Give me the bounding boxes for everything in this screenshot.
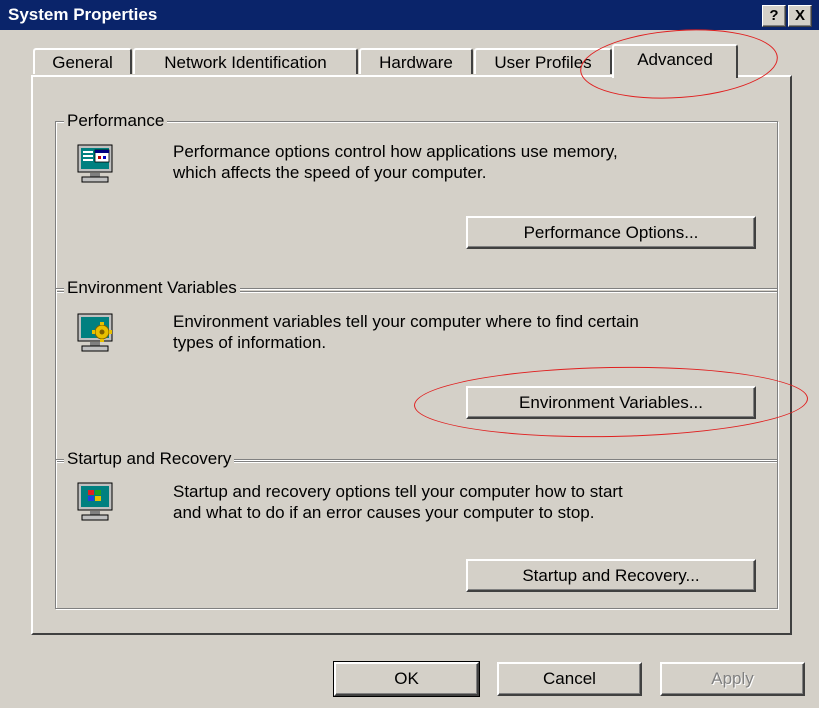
apply-button[interactable]: Apply bbox=[660, 662, 805, 696]
help-button[interactable]: ? bbox=[762, 5, 786, 27]
environment-variables-button[interactable]: Environment Variables... bbox=[466, 386, 756, 419]
environment-variables-group: Environment Variables Environment variab… bbox=[55, 278, 778, 462]
window-title: System Properties bbox=[8, 5, 158, 24]
advanced-tab-panel: Performance Performance options control … bbox=[31, 75, 792, 635]
environment-variables-button-label: Environment Variables... bbox=[519, 392, 703, 412]
ok-button[interactable]: OK bbox=[333, 661, 480, 697]
tab-network-identification[interactable]: Network Identification bbox=[133, 48, 358, 74]
performance-group-title: Performance bbox=[64, 111, 168, 131]
windows-monitor-icon bbox=[74, 480, 118, 524]
startup-recovery-button-label: Startup and Recovery... bbox=[522, 565, 700, 585]
tab-general[interactable]: General bbox=[33, 48, 132, 74]
startup-description-line-2: and what to do if an error causes your c… bbox=[173, 503, 595, 522]
environment-description-line-2: types of information. bbox=[173, 333, 327, 352]
system-properties-window: System Properties ? X General Network Id… bbox=[0, 0, 819, 708]
cancel-button-label: Cancel bbox=[543, 669, 596, 688]
tab-hardware[interactable]: Hardware bbox=[359, 48, 473, 74]
cancel-button[interactable]: Cancel bbox=[497, 662, 642, 696]
environment-group-title: Environment Variables bbox=[64, 278, 240, 298]
performance-monitor-icon bbox=[74, 142, 118, 186]
performance-group: Performance Performance options control … bbox=[55, 111, 778, 292]
tab-advanced[interactable]: Advanced bbox=[612, 44, 738, 78]
environment-description-line-1: Environment variables tell your computer… bbox=[173, 312, 639, 331]
apply-button-label: Apply bbox=[711, 669, 754, 688]
performance-description-line-1: Performance options control how applicat… bbox=[173, 142, 618, 161]
performance-description-line-2: which affects the speed of your computer… bbox=[173, 163, 487, 182]
ok-button-label: OK bbox=[394, 669, 419, 688]
startup-recovery-button[interactable]: Startup and Recovery... bbox=[466, 559, 756, 592]
environment-monitor-icon bbox=[74, 311, 118, 355]
tab-user-profiles[interactable]: User Profiles bbox=[474, 48, 612, 74]
startup-description-line-1: Startup and recovery options tell your c… bbox=[173, 482, 623, 501]
title-bar[interactable]: System Properties ? X bbox=[0, 0, 819, 30]
close-button[interactable]: X bbox=[788, 5, 812, 27]
startup-group-title: Startup and Recovery bbox=[64, 449, 235, 469]
startup-recovery-group: Startup and Recovery Startup and recover… bbox=[55, 449, 778, 609]
performance-options-button-label: Performance Options... bbox=[523, 222, 699, 242]
performance-options-button[interactable]: Performance Options... bbox=[466, 216, 756, 249]
